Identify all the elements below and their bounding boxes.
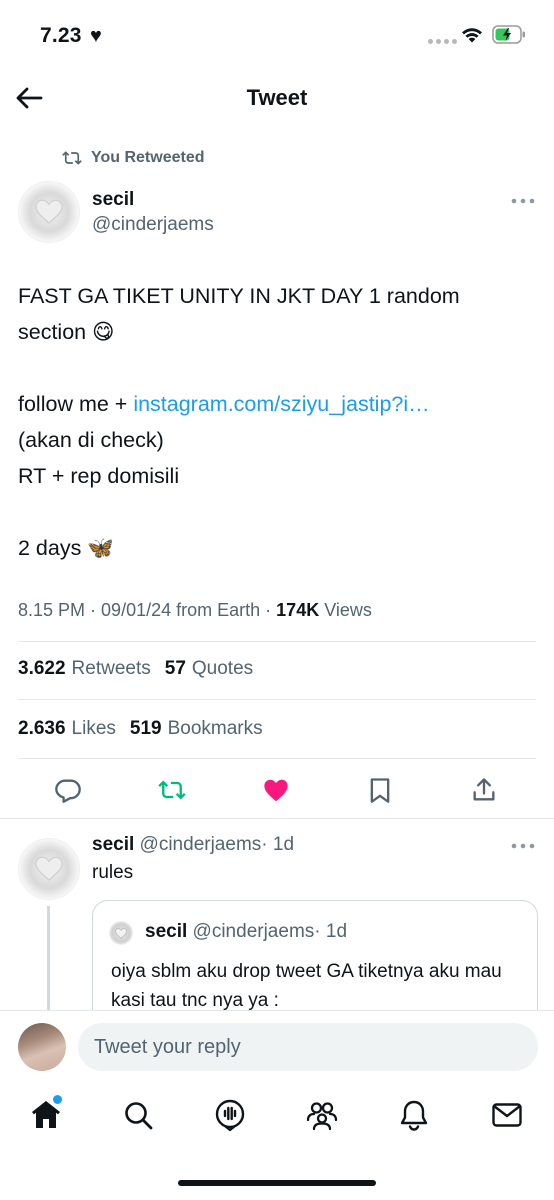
likes-count: 2.636 (18, 718, 66, 739)
home-indicator (178, 1180, 376, 1186)
views-label: Views (324, 600, 372, 620)
heart-avatar-icon (115, 927, 127, 939)
bottom-nav (0, 1084, 554, 1200)
quote-text: oiya sblm aku drop tweet GA tiketnya aku… (111, 961, 502, 1011)
quote-author-handle: @cinderjaems (192, 921, 315, 942)
reply-age: · 1d (261, 834, 295, 855)
divider (18, 699, 536, 700)
tweet-line: 2 days 🦋 (18, 536, 115, 560)
quotes-label: Quotes (191, 658, 254, 679)
share-icon[interactable] (470, 776, 498, 804)
reply-text: rules (92, 862, 134, 883)
status-bar: 7.23 ♥ (0, 0, 554, 70)
tweet-line: follow me + instagram.com/sziyu_jastip?i… (18, 386, 538, 422)
reply-icon[interactable] (54, 776, 82, 804)
heart-avatar-icon (35, 856, 63, 881)
tab-communities[interactable] (305, 1098, 339, 1132)
stats-row-retweets: 3.622 Retweets 57 Quotes (18, 658, 253, 680)
author-name[interactable]: secil (92, 189, 134, 211)
tab-messages[interactable] (490, 1098, 524, 1132)
avatar[interactable] (18, 181, 80, 243)
divider (0, 818, 554, 819)
retweets-stat[interactable]: 3.622 Retweets (18, 658, 151, 680)
retweet-icon (62, 151, 82, 165)
heart-avatar-icon (35, 199, 63, 224)
like-icon[interactable] (262, 776, 290, 804)
user-avatar[interactable] (18, 1023, 66, 1071)
reply-author-name[interactable]: secil (92, 834, 134, 855)
tweet-time: 8.15 PM (18, 600, 86, 620)
reply-author-handle[interactable]: @cinderjaems (140, 834, 262, 855)
tweet-link[interactable]: instagram.com/sziyu_jastip?i… (133, 392, 429, 416)
bookmarks-count: 519 (129, 718, 162, 739)
reply-header: secil @cinderjaems· 1d (92, 834, 294, 856)
reply-avatar[interactable] (18, 838, 80, 900)
quote-avatar (109, 921, 133, 945)
likes-stat[interactable]: 2.636 Likes (18, 718, 116, 740)
quote-age: · 1d (314, 921, 348, 942)
more-options-icon[interactable] (510, 841, 536, 851)
tweet-line: FAST GA TIKET UNITY IN JKT DAY 1 random (18, 284, 460, 308)
author-handle[interactable]: @cinderjaems (92, 214, 214, 236)
quote-author-name: secil (145, 921, 188, 942)
bookmarks-stat[interactable]: 519 Bookmarks (130, 718, 263, 740)
spaces-icon (215, 1099, 245, 1132)
retweet-context-label: You Retweeted (91, 149, 205, 166)
tab-spaces[interactable] (213, 1098, 247, 1132)
page-title: Tweet (246, 85, 308, 110)
reply-composer (0, 1010, 554, 1084)
tweet-source: from Earth (176, 600, 261, 620)
search-icon (125, 1102, 153, 1130)
notification-dot (53, 1095, 62, 1104)
retweet-icon[interactable] (158, 776, 186, 804)
tweet-line-prefix: follow me + (18, 392, 134, 416)
likes-label: Likes (71, 718, 116, 739)
nav-bar: Tweet (0, 70, 554, 128)
battery-icon (492, 25, 525, 44)
retweets-label: Retweets (71, 658, 151, 679)
divider (18, 758, 536, 759)
communities-icon (306, 1102, 338, 1131)
quotes-stat[interactable]: 57 Quotes (165, 658, 253, 680)
tab-search[interactable] (121, 1098, 155, 1132)
tweet-actions (0, 770, 554, 810)
views-count: 174K (276, 600, 320, 620)
quote-header: secil @cinderjaems· 1d (145, 921, 347, 943)
tweet-line: section 😋 (18, 320, 115, 344)
heart-icon: ♥ (90, 25, 102, 47)
tweet-date: 09/01/24 (101, 600, 172, 620)
tweet-text: FAST GA TIKET UNITY IN JKT DAY 1 random … (18, 278, 538, 566)
tweet-line: RT + rep domisili (18, 464, 180, 488)
divider (18, 641, 536, 642)
reply-input[interactable] (78, 1023, 538, 1071)
tab-notifications[interactable] (397, 1098, 431, 1132)
bookmark-icon[interactable] (366, 776, 394, 804)
retweet-context: You Retweeted (62, 146, 205, 170)
messages-icon (492, 1103, 522, 1127)
retweets-count: 3.622 (18, 658, 66, 679)
quotes-count: 57 (164, 658, 186, 679)
tweet-meta: 8.15 PM · 09/01/24 from Earth · 174K Vie… (18, 600, 372, 620)
more-options-icon[interactable] (510, 196, 536, 206)
stats-row-likes: 2.636 Likes 519 Bookmarks (18, 718, 263, 740)
signal-icon (428, 39, 457, 44)
thread-line (47, 906, 50, 1016)
bookmarks-label: Bookmarks (167, 718, 263, 739)
notifications-icon (400, 1100, 428, 1131)
wifi-icon (462, 28, 482, 43)
tweet-line: (akan di check) (18, 428, 164, 452)
status-time: 7.23 (40, 24, 82, 47)
